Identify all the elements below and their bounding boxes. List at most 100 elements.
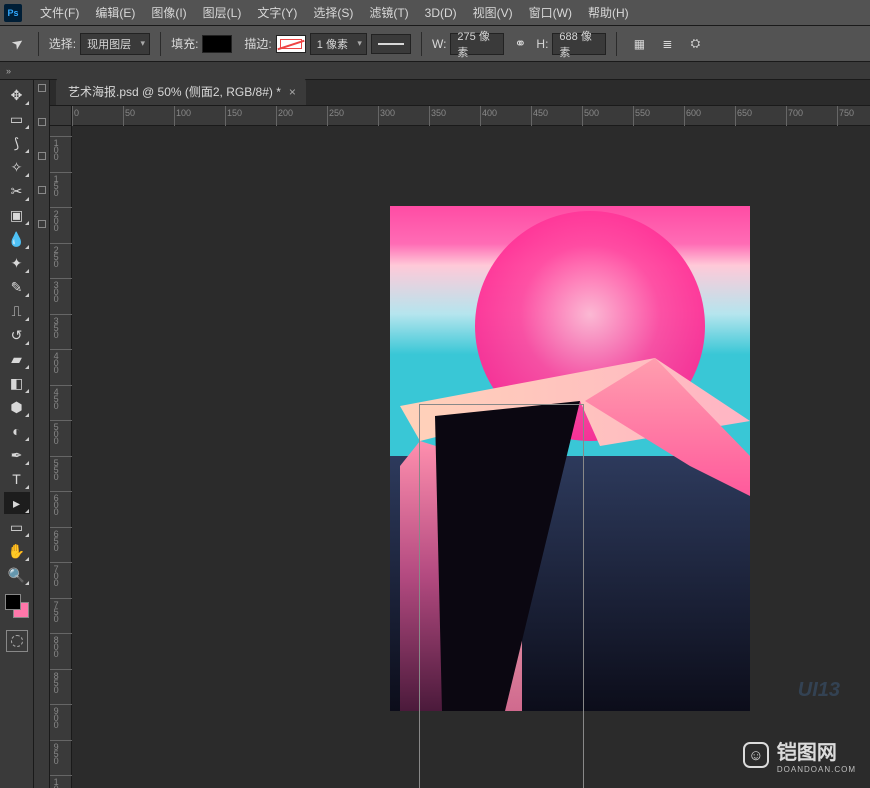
color-swatch[interactable] [5,594,29,618]
ruler-h-mark: 300 [380,108,395,118]
select-label: 选择: [49,35,76,52]
gradient-tool[interactable]: ◧ [4,372,30,394]
ruler-h-mark: 350 [431,108,446,118]
zoom-tool[interactable]: 🔍 [4,564,30,586]
panel-slot-icon[interactable] [38,186,46,194]
ruler-origin[interactable] [50,106,72,126]
pen-tool[interactable]: ✒ [4,444,30,466]
document-tab-bar: 艺术海报.psd @ 50% (侧面2, RGB/8#) * × [50,80,870,106]
menu-window[interactable]: 窗口(W) [521,0,580,25]
frame-tool[interactable]: ▣ [4,204,30,226]
path-arrange-icon[interactable]: ≣ [655,32,679,56]
ruler-h-mark: 550 [635,108,650,118]
options-bar: ➤ 选择: 现用图层 填充: 描边: 1 像素 W: 275 像素 H: 688… [0,26,870,62]
panel-slot-icon[interactable] [38,84,46,92]
fill-swatch[interactable] [202,35,232,53]
ruler-v-mark: 900 [52,706,60,727]
width-input[interactable]: 275 像素 [450,33,504,55]
app-logo: Ps [4,4,22,22]
mask-icon: ☺ [743,742,769,768]
ruler-h-mark: 150 [227,108,242,118]
shape-tool[interactable]: ▭ [4,516,30,538]
heal-tool[interactable]: ✦ [4,252,30,274]
ruler-h-mark: 0 [74,108,79,118]
stroke-size-combo[interactable]: 1 像素 [310,33,367,55]
ruler-v-mark: 100 [52,138,60,159]
close-icon[interactable]: × [289,85,296,99]
ruler-h-mark: 600 [686,108,701,118]
transform-box[interactable] [419,404,584,788]
ruler-h-mark: 750 [839,108,854,118]
path-select-tool[interactable]: ▸ [4,492,30,514]
move-tool[interactable]: ✥ [4,84,30,106]
fill-label: 填充: [171,35,198,52]
lasso-tool[interactable]: ⟆ [4,132,30,154]
marquee-tool[interactable]: ▭ [4,108,30,130]
path-align-icon[interactable]: ▦ [627,32,651,56]
menu-view[interactable]: 视图(V) [465,0,521,25]
panel-slot-icon[interactable] [38,118,46,126]
select-mode-combo[interactable]: 现用图层 [80,33,150,55]
menu-bar: Ps 文件(F) 编辑(E) 图像(I) 图层(L) 文字(Y) 选择(S) 滤… [0,0,870,26]
ruler-horizontal[interactable]: 0501001502002503003504004505005506006507… [72,106,870,126]
watermark-lower: ☺ 铠图网 DOANDOAN.COM [743,736,856,774]
chevron-icon[interactable]: » [6,66,11,76]
blur-tool[interactable]: ⬢ [4,396,30,418]
menu-layer[interactable]: 图层(L) [195,0,250,25]
ruler-v-mark: 150 [52,174,60,195]
ruler-v-mark: 350 [52,316,60,337]
type-tool[interactable]: T [4,468,30,490]
ruler-v-mark: 400 [52,351,60,372]
eraser-tool[interactable]: ▰ [4,348,30,370]
panel-slot-icon[interactable] [38,152,46,160]
watermark-upper: UI13 [798,679,840,702]
link-wh-icon[interactable] [508,32,532,56]
ruler-v-mark: 200 [52,209,60,230]
menu-help[interactable]: 帮助(H) [580,0,637,25]
hand-tool[interactable]: ✋ [4,540,30,562]
height-input[interactable]: 688 像素 [552,33,606,55]
ruler-h-mark: 450 [533,108,548,118]
crop-tool[interactable]: ✂ [4,180,30,202]
menu-image[interactable]: 图像(I) [143,0,194,25]
history-brush-tool[interactable]: ↺ [4,324,30,346]
menu-edit[interactable]: 编辑(E) [87,0,143,25]
menu-type[interactable]: 文字(Y) [249,0,305,25]
panel-slot-icon[interactable] [38,220,46,228]
stroke-style-combo[interactable] [371,34,411,54]
ruler-v-mark: 750 [52,600,60,621]
menu-file[interactable]: 文件(F) [32,0,87,25]
ruler-v-mark: 600 [52,493,60,514]
document-tab[interactable]: 艺术海报.psd @ 50% (侧面2, RGB/8#) * × [56,78,306,105]
ruler-h-mark: 50 [125,108,135,118]
tool-indicator-icon: ➤ [8,33,27,54]
stroke-swatch[interactable] [276,35,306,53]
ruler-v-mark: 800 [52,635,60,656]
dodge-tool[interactable]: ◐ [4,420,30,442]
eyedropper-tool[interactable]: 💧 [4,228,30,250]
ruler-v-mark: 300 [52,280,60,301]
ruler-v-mark: 500 [52,422,60,443]
canvas-area[interactable]: 0501001502002503003504004505005506006507… [50,106,870,788]
toolbox: ✥▭⟆✧✂▣💧✦✎⎍↺▰◧⬢◐✒T▸▭✋🔍 [0,80,34,788]
ruler-h-mark: 500 [584,108,599,118]
quick-mask-button[interactable] [6,630,28,652]
ruler-h-mark: 400 [482,108,497,118]
document-tab-title: 艺术海报.psd @ 50% (侧面2, RGB/8#) * [68,83,281,100]
brush-tool[interactable]: ✎ [4,276,30,298]
gear-icon[interactable]: ⛭ [683,32,707,56]
ruler-h-mark: 100 [176,108,191,118]
wand-tool[interactable]: ✧ [4,156,30,178]
menu-select[interactable]: 选择(S) [305,0,361,25]
mini-panel-strip [34,80,50,788]
ruler-v-mark: 700 [52,564,60,585]
menu-filter[interactable]: 滤镜(T) [361,0,416,25]
ruler-v-mark: 850 [52,671,60,692]
height-label: H: [536,37,548,51]
stamp-tool[interactable]: ⎍ [4,300,30,322]
ruler-v-mark: 550 [52,458,60,479]
ruler-vertical[interactable]: 1001502002503003504004505005506006507007… [50,126,72,788]
ruler-v-mark: 950 [52,742,60,763]
ruler-v-mark: 650 [52,529,60,550]
menu-3d[interactable]: 3D(D) [417,2,465,24]
